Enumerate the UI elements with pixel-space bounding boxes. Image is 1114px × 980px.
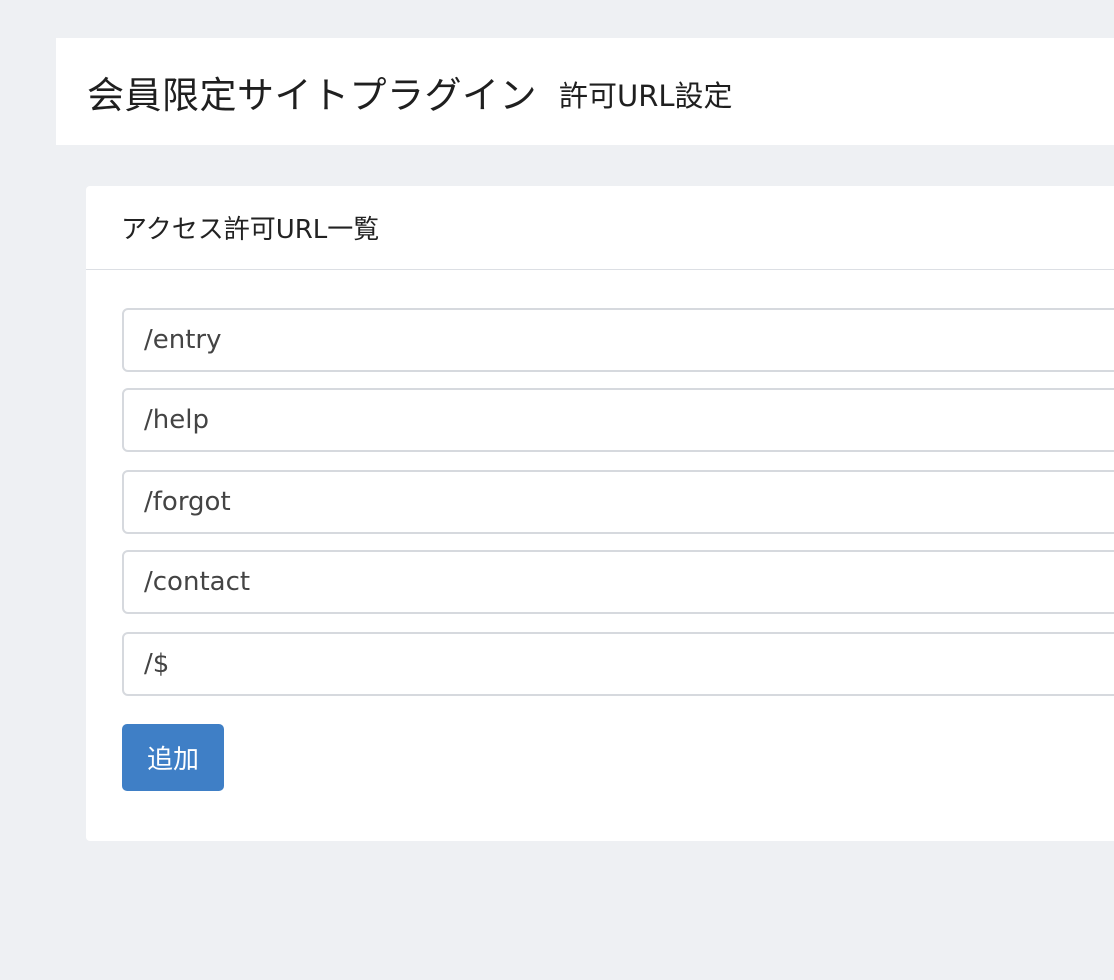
url-input-entry[interactable] (122, 308, 1114, 372)
page-subtitle: 許可URL設定 (559, 78, 733, 113)
card-header: アクセス許可URL一覧 (86, 186, 1114, 270)
page-title: 会員限定サイトプラグイン (87, 73, 537, 117)
allowed-url-card: アクセス許可URL一覧 追加 (86, 186, 1114, 841)
add-button[interactable]: 追加 (122, 724, 224, 791)
page-header: 会員限定サイトプラグイン 許可URL設定 (56, 38, 1114, 145)
card-title: アクセス許可URL一覧 (121, 215, 380, 245)
url-input-root[interactable] (122, 632, 1114, 696)
url-input-contact[interactable] (122, 550, 1114, 614)
url-input-help[interactable] (122, 388, 1114, 452)
url-input-forgot[interactable] (122, 470, 1114, 534)
